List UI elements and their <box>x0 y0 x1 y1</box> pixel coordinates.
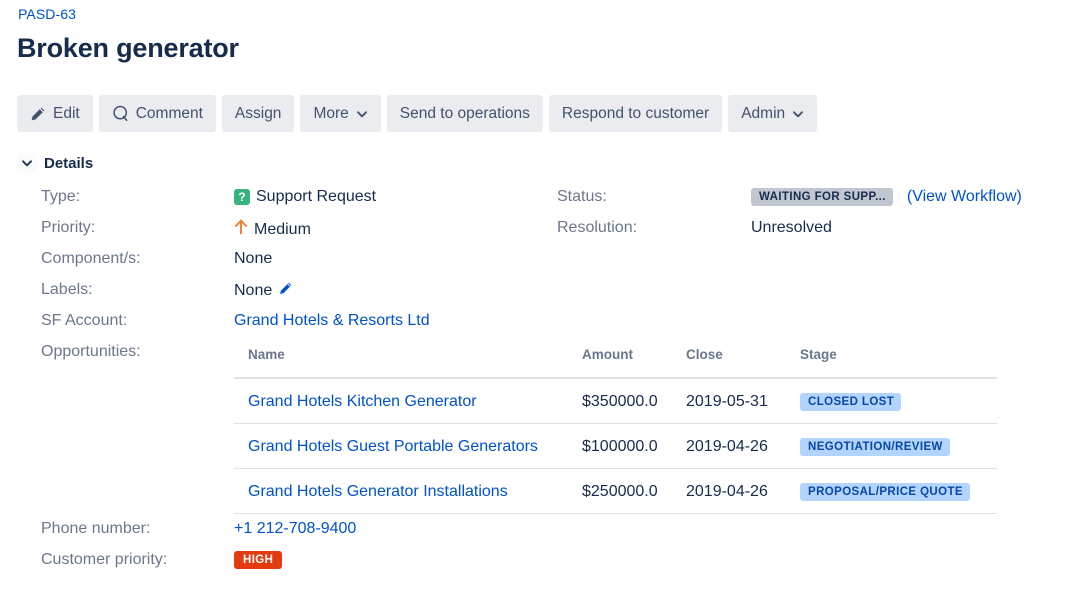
field-label-phone-number: Phone number: <box>41 520 150 538</box>
customer-priority-badge: HIGH <box>234 551 282 569</box>
cell-opportunity-close: 2019-04-26 <box>686 469 800 514</box>
issue-toolbar: Edit Comment Assign More Send to operati… <box>17 95 817 132</box>
opportunity-link[interactable]: Grand Hotels Generator Installations <box>248 483 508 500</box>
send-to-operations-button[interactable]: Send to operations <box>387 95 543 132</box>
cell-opportunity-amount: $100000.0 <box>582 424 686 469</box>
more-button[interactable]: More <box>300 95 380 132</box>
opportunity-link[interactable]: Grand Hotels Guest Portable Generators <box>248 438 538 455</box>
field-label-opportunities: Opportunities: <box>41 343 141 361</box>
field-label-resolution: Resolution: <box>557 219 637 237</box>
details-section-toggle[interactable]: Details <box>17 153 93 173</box>
assign-button-label: Assign <box>235 106 282 122</box>
field-row-labels: Labels: None <box>0 281 1073 312</box>
phone-number-link[interactable]: +1 212-708-9400 <box>234 520 356 538</box>
field-value-status: WAITING FOR SUPP... (View Workflow) <box>751 188 1022 206</box>
cell-opportunity-amount: $350000.0 <box>582 378 686 424</box>
field-value-labels: None <box>234 281 293 301</box>
field-label-sf-account: SF Account: <box>41 312 127 330</box>
chevron-down-icon <box>356 108 368 120</box>
cell-opportunity-stage: NEGOTIATION/REVIEW <box>800 424 997 469</box>
cell-opportunity-name: Grand Hotels Kitchen Generator <box>234 378 582 424</box>
details-field-grid-bottom: Phone number: +1 212-708-9400 Customer p… <box>0 520 1073 582</box>
cell-opportunity-stage: CLOSED LOST <box>800 378 997 424</box>
table-header-row: Name Amount Close Stage <box>234 347 997 378</box>
field-row-resolution: Resolution: Unresolved <box>0 219 1073 250</box>
respond-to-customer-button[interactable]: Respond to customer <box>549 95 722 132</box>
stage-badge: PROPOSAL/PRICE QUOTE <box>800 483 970 501</box>
edit-button-label: Edit <box>53 106 80 122</box>
field-label-customer-priority: Customer priority: <box>41 551 167 569</box>
admin-button-label: Admin <box>741 106 785 122</box>
status-badge: WAITING FOR SUPP... <box>751 188 893 206</box>
column-header-name: Name <box>234 347 582 378</box>
stage-badge: NEGOTIATION/REVIEW <box>800 438 950 456</box>
comment-button[interactable]: Comment <box>99 95 216 132</box>
stage-badge: CLOSED LOST <box>800 393 901 411</box>
cell-opportunity-name: Grand Hotels Guest Portable Generators <box>234 424 582 469</box>
view-workflow-link[interactable]: (View Workflow) <box>907 188 1022 206</box>
cell-opportunity-name: Grand Hotels Generator Installations <box>234 469 582 514</box>
comment-icon <box>112 105 129 122</box>
edit-button[interactable]: Edit <box>17 95 93 132</box>
column-header-amount: Amount <box>582 347 686 378</box>
field-label-labels: Labels: <box>41 281 93 299</box>
breadcrumb-issue-key[interactable]: PASD-63 <box>18 6 76 22</box>
page-title: Broken generator <box>17 31 239 65</box>
admin-button[interactable]: Admin <box>728 95 817 132</box>
field-row-customer-priority: Customer priority: HIGH <box>0 551 1073 582</box>
field-row-phone-number: Phone number: +1 212-708-9400 <box>0 520 1073 551</box>
field-value-resolution: Unresolved <box>751 219 832 237</box>
field-value-components: None <box>234 250 272 268</box>
field-value-labels-text: None <box>234 282 272 300</box>
comment-button-label: Comment <box>136 106 203 122</box>
cell-opportunity-close: 2019-04-26 <box>686 424 800 469</box>
field-label-components: Component/s: <box>41 250 141 268</box>
details-section-title: Details <box>44 155 93 172</box>
assign-button[interactable]: Assign <box>222 95 295 132</box>
opportunities-table: Name Amount Close Stage Grand Hotels Kit… <box>234 347 997 514</box>
cell-opportunity-stage: PROPOSAL/PRICE QUOTE <box>800 469 997 514</box>
column-header-close: Close <box>686 347 800 378</box>
chevron-down-icon <box>792 108 804 120</box>
field-value-phone-number: +1 212-708-9400 <box>234 520 356 538</box>
send-to-operations-button-label: Send to operations <box>400 106 530 122</box>
more-button-label: More <box>313 106 348 122</box>
field-row-sf-account: SF Account: Grand Hotels & Resorts Ltd <box>0 312 1073 343</box>
cell-opportunity-amount: $250000.0 <box>582 469 686 514</box>
chevron-down-icon[interactable] <box>17 153 37 173</box>
field-row-status: Status: WAITING FOR SUPP... (View Workfl… <box>0 188 1073 219</box>
opportunity-link[interactable]: Grand Hotels Kitchen Generator <box>248 393 477 410</box>
table-row: Grand Hotels Generator Installations $25… <box>234 469 997 514</box>
table-row: Grand Hotels Guest Portable Generators $… <box>234 424 997 469</box>
sf-account-link[interactable]: Grand Hotels & Resorts Ltd <box>234 312 430 330</box>
respond-to-customer-button-label: Respond to customer <box>562 106 709 122</box>
field-row-components: Component/s: None <box>0 250 1073 281</box>
column-header-stage: Stage <box>800 347 997 378</box>
field-label-status: Status: <box>557 188 607 206</box>
table-row: Grand Hotels Kitchen Generator $350000.0… <box>234 378 997 424</box>
field-value-customer-priority: HIGH <box>234 551 282 569</box>
edit-labels-pencil-icon[interactable] <box>278 281 293 301</box>
cell-opportunity-close: 2019-05-31 <box>686 378 800 424</box>
field-value-sf-account: Grand Hotels & Resorts Ltd <box>234 312 430 330</box>
pencil-icon <box>30 106 46 122</box>
opportunities-table-wrapper: Name Amount Close Stage Grand Hotels Kit… <box>234 347 997 514</box>
